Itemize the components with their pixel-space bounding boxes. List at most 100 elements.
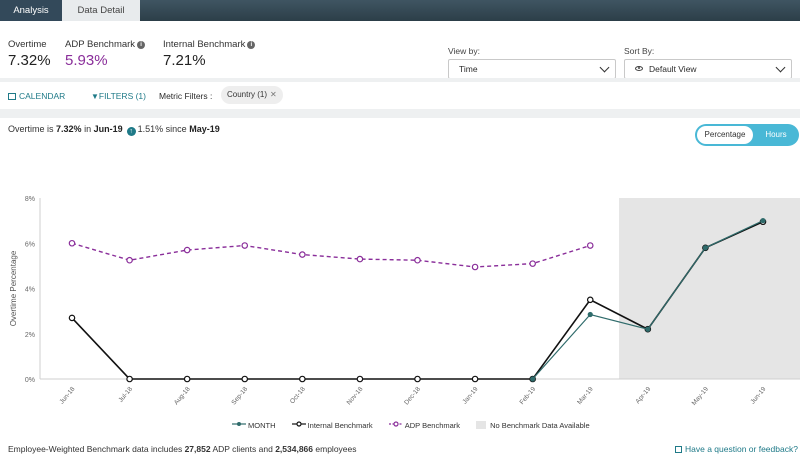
legend-internal-label: Internal Benchmark	[307, 421, 373, 430]
internal-benchmark-point	[586, 296, 594, 304]
overtime-value: 7.32%	[8, 52, 51, 69]
footer-employees: 2,534,866	[275, 444, 314, 454]
adp-benchmark-point	[68, 239, 76, 247]
legend-internal-icon	[291, 421, 306, 427]
view-by-value: Time	[459, 64, 478, 74]
filter-icon: ▼	[91, 92, 99, 101]
adp-benchmark-point	[126, 256, 133, 264]
chevron-down-icon	[775, 62, 786, 73]
footer-note: Employee-Weighted Benchmark data include…	[8, 444, 357, 454]
arrow-up-icon: ↑	[126, 127, 136, 136]
summary-since: since	[165, 124, 187, 134]
sort-by-label: Sort By:	[624, 46, 655, 56]
internal-benchmark-value: 7.21%	[163, 52, 206, 69]
internal-benchmark-point	[126, 375, 133, 383]
summary-in: in	[84, 124, 92, 134]
summary-prefix: Overtime is	[8, 124, 54, 134]
calendar-button[interactable]: CALENDAR	[8, 91, 65, 101]
x-tick-label: Jul-18	[117, 386, 134, 404]
tab-data-detail[interactable]: Data Detail	[62, 0, 140, 21]
legend-month-label: MONTH	[248, 421, 276, 430]
x-tick-label: May-19	[691, 386, 711, 407]
view-by-group: View by: Time	[448, 46, 616, 79]
calendar-icon	[8, 93, 16, 100]
summary-since-month: May-19	[189, 124, 220, 134]
footer-suffix: employees	[315, 444, 357, 454]
tab-bar: Analysis Data Detail	[0, 0, 800, 21]
adp-benchmark-point	[529, 260, 536, 267]
adp-benchmark-value: 5.93%	[65, 52, 108, 69]
summary-month: Jun-19	[93, 124, 123, 134]
adp-benchmark-point	[356, 255, 364, 263]
metrics-header: Overtime 7.32% ADP Benchmark i 5.93% Inte…	[0, 21, 800, 79]
summary-change: 1.51%	[137, 124, 164, 134]
close-icon[interactable]: ✕	[270, 90, 277, 99]
x-tick-label: Dec-18	[403, 386, 422, 407]
overtime-metric: Overtime 7.32%	[8, 39, 51, 69]
month-point	[587, 311, 593, 318]
x-tick-label: Jan-19	[461, 385, 479, 405]
summary-line: Overtime is 7.32% in Jun-19 ↑ 1.51% since …	[8, 124, 220, 136]
overtime-chart: 0% 2% 4% 6% 8% Overtime Percentage Jun-18 Jul-1…	[9, 196, 800, 407]
x-tick-label: Apr-19	[634, 385, 652, 405]
view-by-label: View by:	[448, 46, 480, 56]
y-tick-label: 0%	[25, 377, 35, 384]
x-tick-label: Aug-18	[173, 385, 192, 406]
sort-by-value: Default View	[649, 64, 697, 74]
y-axis-label: Overtime Percentage	[9, 250, 18, 326]
footer-prefix: Employee-Weighted Benchmark data include…	[8, 444, 183, 454]
internal-benchmark-point	[68, 314, 76, 322]
tab-analysis[interactable]: Analysis	[0, 0, 62, 21]
info-icon[interactable]: i	[137, 41, 146, 49]
x-tick-label: Mar-19	[576, 385, 595, 406]
legend-month-icon	[232, 422, 246, 426]
summary-value: 7.32%	[56, 124, 82, 134]
sort-by-select[interactable]: Default View	[624, 59, 792, 79]
adp-benchmark-point	[299, 251, 306, 258]
internal-benchmark-metric: Internal Benchmark i 7.21%	[163, 39, 256, 69]
adp-benchmark-point	[241, 242, 249, 249]
month-point	[702, 245, 709, 251]
unit-toggle[interactable]: Percentage Hours	[695, 124, 799, 146]
internal-benchmark-point	[299, 375, 306, 383]
toggle-percentage[interactable]: Percentage	[697, 126, 753, 144]
month-point	[645, 326, 651, 332]
x-tick-label: Jun-18	[58, 385, 76, 405]
x-tick-label: Nov-18	[346, 386, 365, 407]
legend-item-no-data: No Benchmark Data Available	[476, 421, 590, 430]
month-point	[530, 376, 536, 382]
internal-benchmark-point	[414, 375, 421, 383]
adp-benchmark-metric: ADP Benchmark i 5.93%	[65, 39, 146, 69]
internal-benchmark-point	[356, 375, 364, 383]
adp-benchmark-point	[414, 256, 421, 264]
x-tick-label: Feb-19	[519, 386, 538, 407]
country-filter-chip[interactable]: Country (1) ✕	[221, 86, 283, 104]
legend-no-data-label: No Benchmark Data Available	[490, 421, 590, 430]
adp-benchmark-label: ADP Benchmark	[65, 39, 136, 50]
view-by-select[interactable]: Time	[448, 59, 616, 79]
legend-item-adp: ADP Benchmark	[388, 421, 461, 430]
y-tick-label: 2%	[25, 332, 35, 339]
legend-item-internal: Internal Benchmark	[291, 421, 373, 430]
adp-benchmark-point	[586, 242, 594, 249]
legend-item-month: MONTH	[232, 421, 276, 430]
x-tick-label: Jun-19	[749, 385, 767, 405]
divider	[0, 109, 800, 118]
metric-filters-label: Metric Filters :	[159, 91, 213, 101]
feedback-link[interactable]: Have a question or feedback?	[675, 444, 798, 454]
feedback-label: Have a question or feedback?	[685, 444, 798, 454]
x-tick-label: Sep-18	[230, 385, 249, 406]
filters-button[interactable]: ▼FILTERS (1)	[91, 91, 146, 101]
calendar-label: CALENDAR	[19, 91, 66, 101]
adp-benchmark-series-line	[71, 242, 591, 268]
legend-adp-label: ADP Benchmark	[404, 421, 461, 430]
internal-benchmark-label: Internal Benchmark	[163, 39, 246, 50]
footer-mid: ADP clients and	[212, 444, 273, 454]
info-icon[interactable]: i	[247, 41, 256, 49]
legend-adp-icon	[388, 421, 403, 427]
toggle-hours[interactable]: Hours	[755, 126, 797, 144]
chip-label: Country (1)	[227, 90, 268, 99]
filter-bar: CALENDAR ▼FILTERS (1) Metric Filters : C…	[0, 82, 800, 109]
overtime-label: Overtime	[8, 39, 47, 50]
y-tick-label: 6%	[25, 241, 35, 248]
